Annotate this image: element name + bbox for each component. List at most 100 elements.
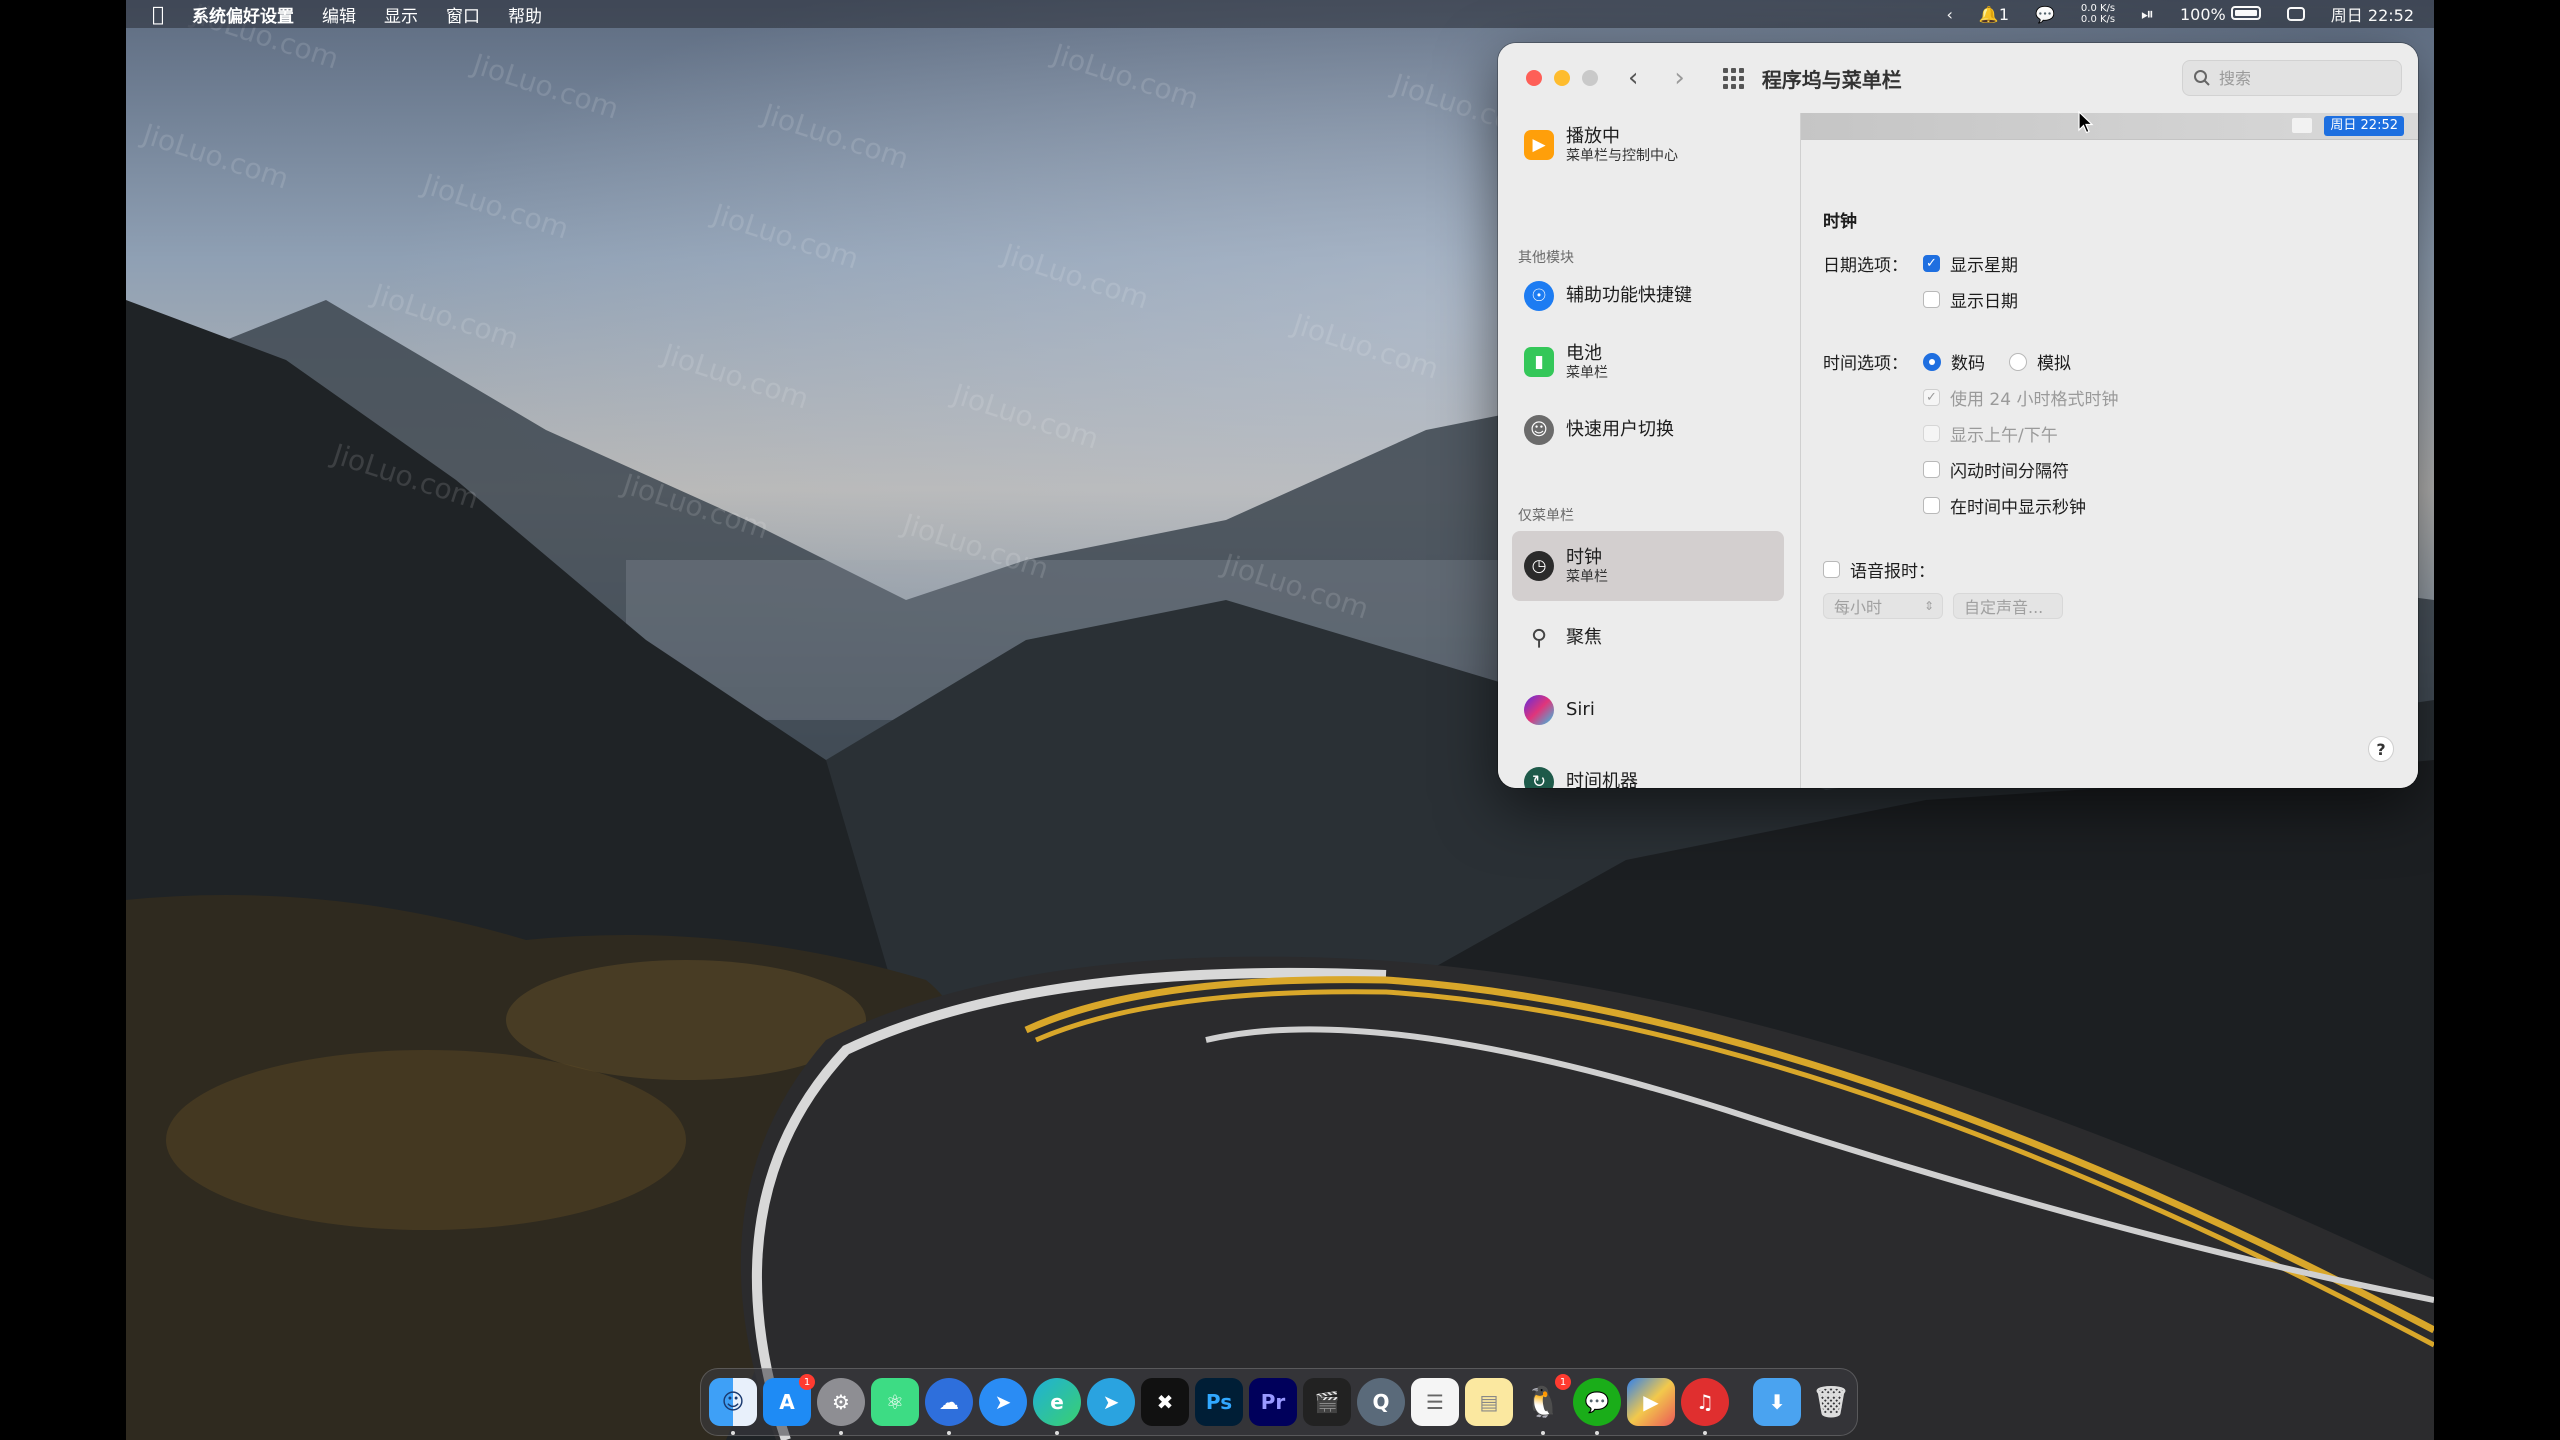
show-weekday-option[interactable]: ✓ 显示星期 [1923,251,2018,276]
apple-menu-icon[interactable]:  [152,2,164,26]
menu-edit[interactable]: 编辑 [322,2,356,27]
battery-status[interactable]: 100% [2180,5,2261,24]
sidebar-item-clock[interactable]: ◷ 时钟 菜单栏 [1512,531,1784,601]
search-input[interactable] [2217,67,2391,89]
show-date-option[interactable]: 显示日期 [1923,287,2018,312]
back-button[interactable]: ‹ [1628,65,1638,91]
show-weekday-checkbox[interactable]: ✓ [1923,255,1940,272]
play-status-icon[interactable]: ⏯ [2141,4,2154,24]
edge-icon[interactable]: e [1033,1378,1081,1435]
sidebar-item-spotlight[interactable]: ⚲ 聚焦 [1512,617,1784,659]
battery-icon: ▮ [1524,347,1554,377]
app-store-icon[interactable]: A1 [763,1374,815,1426]
sidebar-item-label: 时间机器 [1566,771,1638,788]
system-preferences-icon[interactable]: ⚙ [817,1378,865,1435]
sidebar-item-label: 播放中 [1566,125,1620,147]
digital-option[interactable]: 数码 [1923,349,1985,374]
digital-radio[interactable] [1923,352,1941,371]
show-seconds-option[interactable]: 在时间中显示秒钟 [1923,493,2086,518]
wechat-status-icon[interactable]: 💬 [2035,5,2055,24]
sidebar-item-siri[interactable]: Siri [1512,689,1784,731]
notification-bell[interactable]: 🔔1 [1979,5,2009,24]
sidebar-item-fast-user-switching[interactable]: ☺ 快速用户切换 [1512,409,1784,451]
notes-icon[interactable]: ▤ [1465,1378,1513,1426]
menu-view[interactable]: 显示 [384,2,418,27]
date-options-label: 日期选项： [1823,256,1908,276]
netease-music-icon[interactable]: ♫ [1681,1378,1729,1435]
show-ampm-option: 显示上午/下午 [1923,421,2058,446]
downloads-folder-icon[interactable]: ⬇ [1753,1378,1801,1426]
google-play-icon[interactable]: ▶ [1627,1378,1675,1426]
close-button[interactable] [1526,70,1542,86]
net-download: 0.0 K/s [2080,14,2116,25]
app-menu[interactable]: 系统偏好设置 [192,2,294,27]
sidebar-item-battery[interactable]: ▮ 电池 菜单栏 [1512,337,1784,387]
help-button[interactable]: ? [2368,736,2394,762]
chevron-left-icon[interactable]: ‹ [1946,5,1952,24]
sidebar-item-label: 辅助功能快捷键 [1566,285,1692,306]
search-field[interactable] [2182,60,2402,96]
show-weekday-label: 显示星期 [1950,256,2018,276]
flash-separators-checkbox[interactable] [1923,461,1940,478]
analog-radio[interactable] [2009,352,2027,371]
telegram-icon[interactable]: ➤ [1087,1378,1135,1426]
app-store-badge: 1 [799,1374,815,1390]
section-title: 时钟 [1823,212,1857,232]
menubar-clock[interactable]: 周日 22:52 [2331,2,2414,26]
show-seconds-checkbox[interactable] [1923,497,1940,514]
trash-icon[interactable]: 🗑 [1807,1378,1855,1426]
show-all-grid-icon[interactable] [1722,67,1744,89]
sidebar-item-now-playing[interactable]: ▶ 播放中 菜单栏与控制中心 [1512,121,1784,169]
menu-window[interactable]: 窗口 [446,2,480,27]
flash-separators-option[interactable]: 闪动时间分隔符 [1923,457,2069,482]
zoom-button[interactable] [1582,70,1598,86]
announce-time-option[interactable]: 语音报时： [1823,557,1935,582]
capcut-icon[interactable]: ✖ [1141,1378,1189,1426]
announce-interval-select: 每小时 ⇕ [1823,593,1943,619]
custom-voice-button: 自定声音... [1953,593,2063,619]
sidebar-item-sublabel: 菜单栏 [1566,568,1608,585]
battery-percent: 100% [2179,4,2226,24]
analog-label: 模拟 [2037,354,2071,374]
preview-clock: 周日 22:52 [2324,116,2404,136]
finder-icon[interactable]: ☺ [709,1378,757,1435]
preview-control-icon [2292,118,2312,133]
section-header-menubar-only: 仅菜单栏 [1518,508,1574,524]
announce-time-label: 语音报时： [1850,562,1935,582]
user-icon: ☺ [1524,415,1554,445]
select-arrows-icon: ⇕ [1923,599,1934,613]
analog-option[interactable]: 模拟 [2009,349,2071,374]
show-ampm-checkbox [1923,425,1940,442]
sidebar-item-accessibility-shortcuts[interactable]: ☉ 辅助功能快捷键 [1512,275,1784,317]
wechat-icon[interactable]: 💬 [1573,1378,1621,1435]
show-ampm-label: 显示上午/下午 [1950,426,2058,446]
safari-icon[interactable]: ➤ [979,1378,1027,1426]
android-studio-icon[interactable]: ⚛ [871,1378,919,1426]
menu-help[interactable]: 帮助 [508,2,542,27]
announce-time-checkbox[interactable] [1823,561,1840,578]
show-seconds-label: 在时间中显示秒钟 [1950,498,2086,518]
sidebar-item-label: 电池 [1566,342,1602,364]
use-24h-option: ✓ 使用 24 小时格式时钟 [1923,385,2118,410]
use-24h-label: 使用 24 小时格式时钟 [1950,390,2119,410]
premiere-icon[interactable]: Pr [1249,1378,1297,1426]
use-24h-checkbox: ✓ [1923,389,1940,406]
network-speed[interactable]: 0.0 K/s 0.0 K/s [2081,3,2115,25]
cloud-app-icon[interactable]: ☁ [925,1378,973,1435]
sidebar-item-label: 时钟 [1566,546,1602,568]
quicktime-icon[interactable]: Q [1357,1378,1405,1426]
interval-select-value: 每小时 [1834,598,1883,617]
forward-button[interactable]: › [1674,65,1684,91]
minimize-button[interactable] [1554,70,1570,86]
final-cut-icon[interactable]: 🎬 [1303,1378,1351,1426]
accessibility-icon: ☉ [1524,281,1554,311]
qq-icon[interactable]: 🐧 1 [1519,1374,1571,1435]
photoshop-icon[interactable]: Ps [1195,1378,1243,1426]
control-center-icon[interactable] [2286,7,2305,21]
sidebar-item-time-machine[interactable]: ↻ 时间机器 [1512,761,1784,788]
clock-icon: ◷ [1524,551,1554,581]
sidebar-item-sublabel: 菜单栏 [1566,364,1608,381]
play-icon: ▶ [1524,130,1554,160]
reminders-icon[interactable]: ☰ [1411,1378,1459,1426]
show-date-checkbox[interactable] [1923,291,1940,308]
